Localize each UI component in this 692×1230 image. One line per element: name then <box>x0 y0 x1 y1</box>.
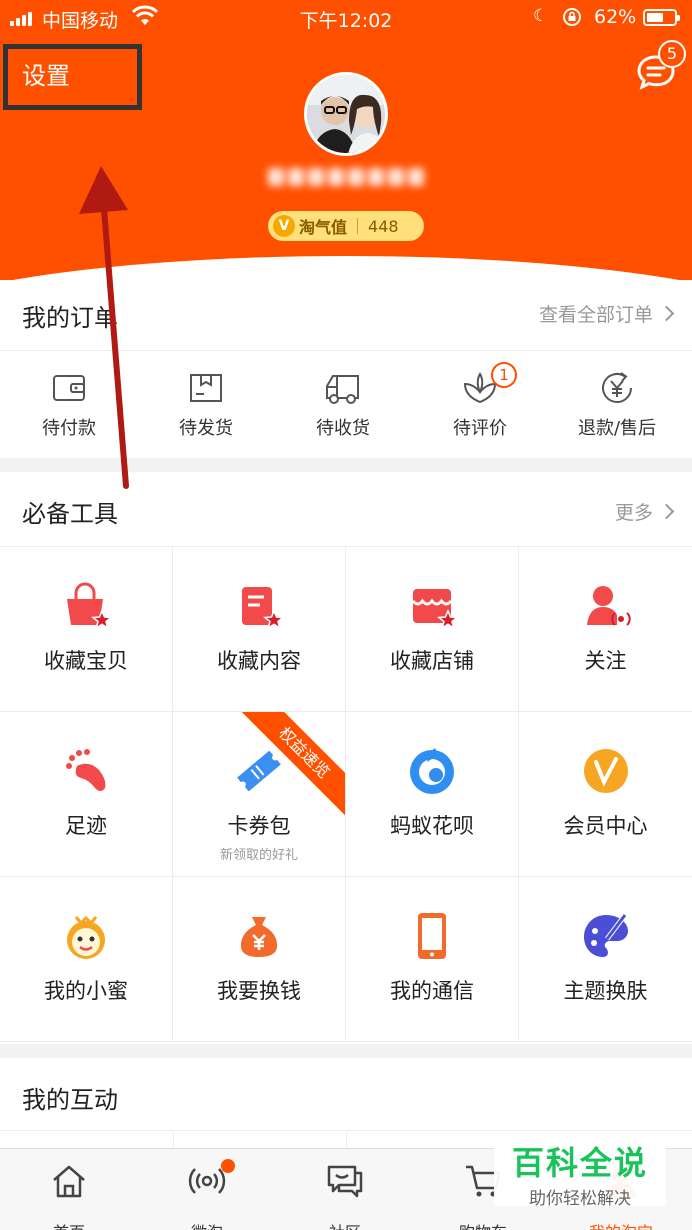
truck-icon <box>326 375 359 404</box>
tool-label: 收藏店铺 <box>390 649 474 673</box>
tool-favorite-shop[interactable]: 收藏店铺 <box>346 547 519 712</box>
interactions-title: 我的互动 <box>22 1086 118 1114</box>
tool-my-assistant[interactable]: 我的小蜜 <box>0 877 173 1042</box>
tool-follow[interactable]: 关注 <box>519 547 692 712</box>
chevron-right-icon <box>658 503 675 520</box>
order-pending-receipt[interactable]: 待收货 <box>274 368 412 448</box>
divider <box>0 350 692 351</box>
order-pending-shipment[interactable]: 待发货 <box>137 368 275 448</box>
view-all-orders-link[interactable]: 查看全部订单 <box>538 300 675 327</box>
wallet-icon <box>53 375 85 401</box>
money-bag-icon <box>240 917 278 957</box>
username-blurred <box>262 168 430 194</box>
battery-percent: 62% <box>594 6 637 28</box>
tool-my-telecom[interactable]: 我的通信 <box>346 877 519 1042</box>
more-tools-label: 更多 <box>614 502 653 524</box>
tab-community[interactable]: 社区 <box>276 1149 414 1230</box>
rotation-lock-icon <box>563 8 581 26</box>
follow-icon <box>586 586 631 626</box>
orders-title: 我的订单 <box>22 304 118 332</box>
watermark-logo: 百科全说 助你轻松解决 <box>494 1132 666 1209</box>
tool-favorite-content[interactable]: 收藏内容 <box>173 547 346 712</box>
tools-title: 必备工具 <box>22 500 118 528</box>
tool-huabei[interactable]: 蚂蚁花呗 <box>346 712 519 877</box>
home-icon <box>53 1165 85 1198</box>
tool-footprint[interactable]: 足迹 <box>0 712 173 877</box>
theme-palette-icon <box>583 913 628 957</box>
tab-label: 首页 <box>0 1219 138 1230</box>
my-orders-card: 我的订单 查看全部订单 待付款 待发货 待收货 1 待评价 退款/售后 <box>0 280 692 458</box>
favorite-shop-icon <box>411 589 459 630</box>
tool-label: 主题换肤 <box>563 979 648 1003</box>
tool-label: 收藏内容 <box>217 649 301 673</box>
order-label: 退款/售后 <box>577 418 657 439</box>
footprint-icon <box>66 749 106 791</box>
taoqi-value: 448 <box>368 216 399 236</box>
order-pending-review[interactable]: 1 待评价 <box>411 362 549 448</box>
tab-label: 社区 <box>276 1219 414 1230</box>
chevron-right-icon <box>658 305 675 322</box>
taoqi-label: 淘气值 <box>299 218 348 237</box>
clock: 下午12:02 <box>299 10 393 32</box>
tool-member-center[interactable]: 会员中心 <box>519 712 692 877</box>
favorite-content-icon <box>242 587 285 630</box>
tool-exchange-money[interactable]: 我要换钱 <box>173 877 346 1042</box>
tool-label: 收藏宝贝 <box>44 649 128 673</box>
avatar[interactable] <box>304 72 388 156</box>
moon-icon: ☾ <box>533 6 549 26</box>
notification-dot <box>221 1159 235 1173</box>
order-refund-aftersale[interactable]: 退款/售后 <box>548 368 686 448</box>
vip-v-icon: V <box>273 215 295 237</box>
order-label: 待付款 <box>42 418 96 439</box>
order-pending-payment[interactable]: 待付款 <box>0 368 138 448</box>
tool-label: 足迹 <box>65 814 107 838</box>
huabei-icon <box>410 748 454 794</box>
taoqi-separator <box>357 218 359 234</box>
tab-label: 微淘 <box>138 1219 276 1230</box>
tool-label: 会员中心 <box>563 814 648 838</box>
message-count-badge: 5 <box>658 40 686 68</box>
order-label: 待评价 <box>453 418 507 439</box>
tool-theme-skin[interactable]: 主题换肤 <box>519 877 692 1042</box>
essential-tools-card: 必备工具 更多 收藏宝贝 收藏内容 收藏店铺 关注 足迹 权益速览 卡券包 新领… <box>0 472 692 1044</box>
xiaomi-assistant-icon <box>67 915 105 959</box>
tool-label: 我的通信 <box>390 979 474 1003</box>
watermark-title: 百科全说 <box>511 1144 648 1182</box>
tool-label: 蚂蚁花呗 <box>390 814 474 838</box>
settings-button[interactable]: 设置 <box>22 56 70 91</box>
tab-weitao[interactable]: 微淘 <box>138 1149 276 1230</box>
tool-label: 我的小蜜 <box>44 979 128 1003</box>
tab-home[interactable]: 首页 <box>0 1149 138 1230</box>
battery-icon <box>643 9 680 26</box>
view-all-orders-label: 查看全部订单 <box>538 304 653 326</box>
tool-label: 关注 <box>584 649 627 673</box>
more-tools-link[interactable]: 更多 <box>614 498 675 525</box>
refund-icon <box>602 372 632 403</box>
tool-coupon-wallet[interactable]: 权益速览 卡券包 新领取的好礼 <box>173 712 346 877</box>
tool-label: 我要换钱 <box>217 979 301 1003</box>
coupon-icon <box>237 750 281 792</box>
divider <box>0 1130 692 1131</box>
phone-icon <box>418 913 446 959</box>
watermark-subtitle: 助你轻松解决 <box>529 1189 631 1209</box>
tool-sublabel: 新领取的好礼 <box>219 848 298 863</box>
community-icon <box>327 1165 363 1198</box>
tab-label: 购物车 <box>414 1219 552 1230</box>
tool-label: 卡券包 <box>227 814 291 838</box>
package-icon <box>190 374 222 402</box>
order-label: 待收货 <box>316 418 370 439</box>
tool-favorite-items[interactable]: 收藏宝贝 <box>0 547 173 712</box>
tab-label: 我的淘宝 <box>552 1219 690 1230</box>
favorite-items-icon <box>67 582 113 630</box>
status-bar: 中国移动 下午12:02 ☾ 62% <box>0 0 692 36</box>
taoqi-value-badge[interactable]: V 淘气值 448 <box>268 211 424 241</box>
review-count-badge: 1 <box>491 362 517 388</box>
order-label: 待发货 <box>179 418 233 439</box>
member-center-icon <box>583 749 628 793</box>
